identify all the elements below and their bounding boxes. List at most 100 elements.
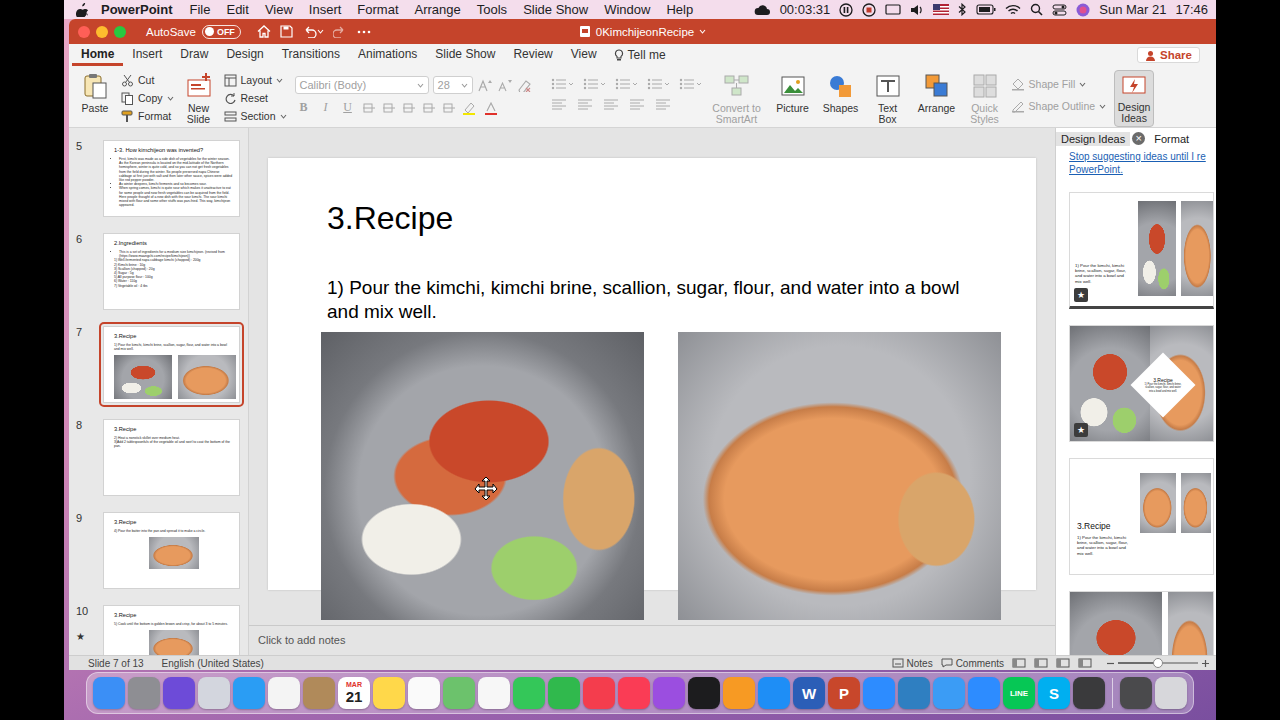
font-style-button[interactable]: U xyxy=(339,100,357,115)
shape-format-button[interactable]: Shape Fill xyxy=(1011,76,1107,92)
dock-app-icon[interactable]: W xyxy=(793,677,825,709)
convert-smartart-button[interactable]: Convert to SmartArt xyxy=(709,70,765,125)
slide-thumbnail[interactable]: 3.Recipe5) Cook until the bottom is gold… xyxy=(99,601,244,655)
dock-app-icon[interactable] xyxy=(653,677,685,709)
dock-app-icon[interactable] xyxy=(583,677,615,709)
ribbon-tab[interactable]: View xyxy=(562,44,606,66)
arrange-button[interactable]: Arrange xyxy=(915,70,959,114)
paste-button[interactable]: Paste xyxy=(77,70,113,114)
dock-app-icon[interactable] xyxy=(1155,677,1187,709)
dock-app-icon[interactable]: P xyxy=(828,677,860,709)
slide-thumbnail[interactable]: 3.Recipe1) Pour the kimchi, kimchi brine… xyxy=(99,322,244,407)
dock-app-icon[interactable] xyxy=(688,677,720,709)
font-style-button[interactable]: I xyxy=(317,100,335,115)
slide-thumbnail[interactable]: 1-3. How kimchijeon was invented?First, … xyxy=(99,136,244,221)
menu-item[interactable]: Window xyxy=(596,2,658,17)
stop-suggesting-link[interactable]: Stop suggesting ideas until I re xyxy=(1056,151,1216,164)
dock-app-icon[interactable] xyxy=(863,677,895,709)
design-ideas-button[interactable]: Design Ideas xyxy=(1114,70,1154,127)
dock-app-icon[interactable] xyxy=(93,677,125,709)
share-button[interactable]: Share xyxy=(1137,47,1200,63)
dock-app-icon[interactable] xyxy=(898,677,930,709)
dock-app-icon[interactable] xyxy=(163,677,195,709)
dock-app-icon[interactable] xyxy=(478,677,510,709)
menu-item[interactable]: Slide Show xyxy=(515,2,596,17)
menu-item[interactable]: File xyxy=(182,2,219,17)
ribbon-tab[interactable]: Home xyxy=(72,44,123,66)
dock-app-icon[interactable] xyxy=(1073,677,1105,709)
app-menu[interactable]: PowerPoint xyxy=(88,2,182,17)
ribbon-tab[interactable]: Insert xyxy=(123,44,171,66)
menu-item[interactable]: Edit xyxy=(218,2,256,17)
menu-item[interactable]: Arrange xyxy=(407,2,469,17)
slides-button[interactable]: Reset xyxy=(224,90,287,106)
menu-item[interactable]: Format xyxy=(349,2,406,17)
insert-button[interactable]: Picture xyxy=(773,70,813,114)
dock-app-icon[interactable] xyxy=(548,677,580,709)
dock-app-icon[interactable]: MAR21 xyxy=(338,677,370,709)
ribbon-tab[interactable]: Animations xyxy=(349,44,426,66)
autosave-toggle[interactable]: OFF xyxy=(202,25,241,39)
comments-toggle[interactable]: Comments xyxy=(941,658,1004,669)
dock-app-icon[interactable] xyxy=(618,677,650,709)
dock-app-icon[interactable] xyxy=(198,677,230,709)
dock-app-icon[interactable]: LINE xyxy=(1003,677,1035,709)
dock-app-icon[interactable] xyxy=(513,677,545,709)
slide-thumbnail[interactable]: 3.Recipe2) Heat a nonstick skillet over … xyxy=(99,415,244,500)
design-idea[interactable]: 1) Pour the kimchi, kimchi brine, scalli… xyxy=(1069,192,1214,309)
slide-photo[interactable] xyxy=(321,332,644,620)
dock-app-icon[interactable] xyxy=(968,677,1000,709)
new-slide-button[interactable]: New Slide xyxy=(182,70,216,125)
dock-app-icon[interactable] xyxy=(723,677,755,709)
font-style-button[interactable]: B xyxy=(295,100,313,115)
design-idea[interactable]: 3.Recipe1) Pour the kimchi, kimchi brine… xyxy=(1069,325,1214,442)
window-control[interactable] xyxy=(114,26,126,38)
clipboard-button[interactable]: Format xyxy=(121,108,174,124)
pane-tab[interactable]: Format xyxy=(1149,132,1194,146)
dock-app-icon[interactable] xyxy=(233,677,265,709)
slide-body[interactable]: 1) Pour the kimchi, kimchi brine, scalli… xyxy=(327,276,996,324)
shape-format-button[interactable]: Shape Outline xyxy=(1011,98,1107,114)
slide-photo[interactable] xyxy=(678,332,1001,620)
insert-button[interactable]: Text Box xyxy=(869,70,907,125)
notes-toggle[interactable]: Notes xyxy=(892,658,933,669)
close-pane-button[interactable]: × xyxy=(1132,132,1145,145)
slides-button[interactable]: Layout xyxy=(224,72,287,88)
dock-app-icon[interactable] xyxy=(443,677,475,709)
language[interactable]: English (United States) xyxy=(162,658,264,669)
dock-app-icon[interactable] xyxy=(1120,677,1152,709)
ribbon-tab[interactable]: Slide Show xyxy=(426,44,504,66)
font-name-select[interactable]: Calibri (Body) xyxy=(295,76,429,94)
stop-suggesting-link-end[interactable]: PowerPoint. xyxy=(1056,164,1216,177)
slide-thumbnail[interactable]: 3.Recipe4) Pour the batter into the pan … xyxy=(99,508,244,593)
ribbon-tab[interactable]: Draw xyxy=(171,44,217,66)
design-idea[interactable] xyxy=(1069,591,1214,655)
quick-styles-button[interactable]: Quick Styles xyxy=(967,70,1003,125)
slide-thumbnail[interactable]: 2.IngredientsThis is a set of ingredient… xyxy=(99,229,244,314)
pane-tab[interactable]: Design Ideas xyxy=(1056,132,1130,146)
dock-app-icon[interactable]: S xyxy=(1038,677,1070,709)
menu-item[interactable]: View xyxy=(257,2,301,17)
zoom-slider[interactable] xyxy=(1106,659,1210,668)
dock-app-icon[interactable] xyxy=(408,677,440,709)
ribbon-tab[interactable]: Design xyxy=(217,44,272,66)
dock-app-icon[interactable] xyxy=(933,677,965,709)
design-idea[interactable]: 3.Recipe1) Pour the kimchi, kimchi brine… xyxy=(1069,458,1214,575)
menu-item[interactable]: Tools xyxy=(469,2,515,17)
ribbon-tab[interactable]: Review xyxy=(504,44,561,66)
tell-me-search[interactable]: Tell me xyxy=(606,44,674,66)
window-control[interactable] xyxy=(96,26,108,38)
dock-app-icon[interactable] xyxy=(128,677,160,709)
clipboard-button[interactable]: Copy xyxy=(121,90,174,106)
dock-app-icon[interactable] xyxy=(373,677,405,709)
menu-item[interactable]: Help xyxy=(658,2,701,17)
insert-button[interactable]: Shapes xyxy=(821,70,861,114)
dock-app-icon[interactable] xyxy=(268,677,300,709)
ribbon-tab[interactable]: Transitions xyxy=(273,44,349,66)
slide-title[interactable]: 3.Recipe xyxy=(327,198,996,238)
dock-app-icon[interactable] xyxy=(758,677,790,709)
notes-field[interactable]: Click to add notes xyxy=(249,625,1055,655)
dock-app-icon[interactable] xyxy=(303,677,335,709)
window-control[interactable] xyxy=(78,26,90,38)
zoom-thumb[interactable] xyxy=(1153,658,1163,668)
